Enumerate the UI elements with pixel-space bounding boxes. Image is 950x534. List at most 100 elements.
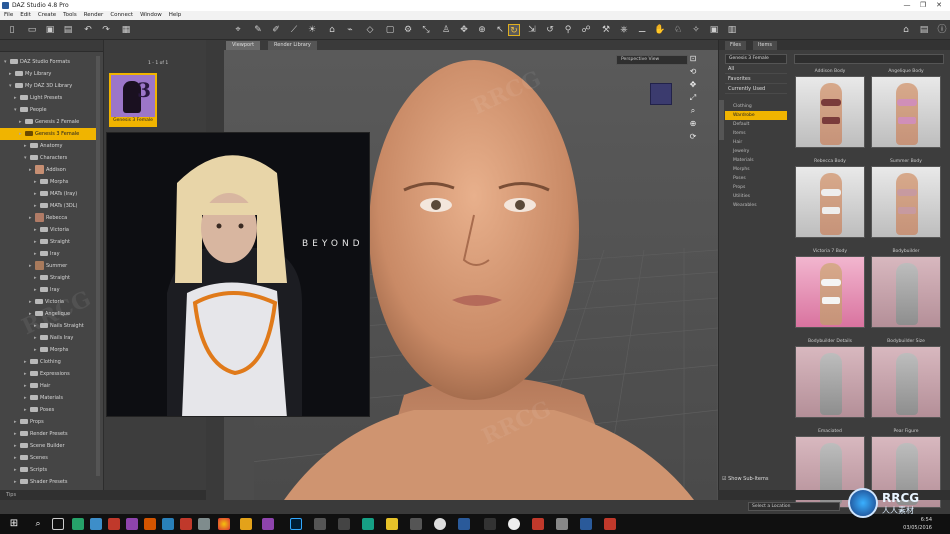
- library-tree-item[interactable]: ▾ My DAZ 3D Library: [0, 80, 100, 92]
- app-icon-19[interactable]: [556, 518, 568, 530]
- library-tree-item[interactable]: ▾ Characters: [0, 152, 100, 164]
- category-tree-item[interactable]: Hair: [725, 138, 787, 147]
- library-tree-item[interactable]: ▸ Iray: [0, 248, 100, 260]
- library-tree-item[interactable]: ▸ Scene Builder: [0, 440, 100, 452]
- product-card[interactable]: Addison Body: [795, 68, 865, 148]
- wrench-icon[interactable]: ⚒: [600, 24, 612, 36]
- genesis-3-female-thumbnail[interactable]: 3 Genesis 3 Female: [109, 73, 157, 127]
- joint-rotate-icon[interactable]: ↺: [544, 24, 556, 36]
- task-view-icon[interactable]: [52, 518, 64, 530]
- pointer-icon[interactable]: ↖: [494, 24, 506, 36]
- app-icon-14[interactable]: [410, 518, 422, 530]
- close-button[interactable]: ✕: [932, 0, 946, 11]
- filter-currently-used[interactable]: Currently Used: [725, 84, 787, 94]
- scale-tool-icon[interactable]: ⇲: [526, 24, 538, 36]
- aim-icon[interactable]: ⊕: [687, 119, 699, 132]
- render-icon[interactable]: ▣: [708, 24, 720, 36]
- library-tree-item[interactable]: ▸ MATs (Iray): [0, 188, 100, 200]
- tab-render-library[interactable]: Render Library: [268, 41, 317, 50]
- render-settings-icon[interactable]: ▦: [120, 24, 132, 36]
- content-library-scrollbar[interactable]: [96, 56, 100, 476]
- library-tree-item[interactable]: ▸ Morphs: [0, 344, 100, 356]
- save-icon[interactable]: ▤: [62, 24, 74, 36]
- library-tree-item[interactable]: ▸ My Library: [0, 68, 100, 80]
- hand-icon[interactable]: ✋: [654, 24, 666, 36]
- power-pose-icon[interactable]: ☍: [580, 24, 592, 36]
- figure-filter-dropdown[interactable]: Genesis 3 Female: [725, 54, 787, 64]
- library-tree-item[interactable]: ▸ Anatomy: [0, 140, 100, 152]
- menu-window[interactable]: Window: [140, 11, 162, 20]
- app-icon-10[interactable]: [314, 518, 326, 530]
- scale-icon[interactable]: ⤡: [420, 24, 432, 36]
- app-icon-16[interactable]: [458, 518, 470, 530]
- geometry-editor-icon[interactable]: ✐: [270, 24, 282, 36]
- figure-setup-icon[interactable]: ♘: [672, 24, 684, 36]
- menu-tools[interactable]: Tools: [63, 11, 77, 20]
- new-scene-icon[interactable]: ▯: [6, 24, 18, 36]
- category-tree-item[interactable]: Wardrobe: [725, 111, 787, 120]
- library-tree-item[interactable]: ▸ Iray: [0, 284, 100, 296]
- translate-icon[interactable]: ✥: [458, 24, 470, 36]
- product-card[interactable]: Rebecca Body: [795, 158, 865, 238]
- app-icon-9[interactable]: [262, 518, 274, 530]
- minimize-button[interactable]: —: [900, 0, 914, 11]
- menu-connect[interactable]: Connect: [110, 11, 133, 20]
- library-tree-item[interactable]: ▸ Render Presets: [0, 428, 100, 440]
- photoshop-icon[interactable]: [290, 518, 302, 530]
- reset-icon[interactable]: ⟳: [687, 132, 699, 145]
- category-tree-item[interactable]: Morphs: [725, 165, 787, 174]
- library-tree-item[interactable]: ▸ MATs (3DL): [0, 200, 100, 212]
- product-card[interactable]: Bodybuilder Details: [795, 338, 865, 418]
- library-tree-item[interactable]: ▾ DAZ Studio Formats: [0, 56, 100, 68]
- menu-edit[interactable]: Edit: [20, 11, 31, 20]
- library-tree-item[interactable]: ▸ Light Presets: [0, 92, 100, 104]
- library-tree-item[interactable]: ▸ Angelique: [0, 308, 100, 320]
- spot-render-icon[interactable]: ▢: [384, 24, 396, 36]
- layout-icon[interactable]: ▤: [918, 24, 930, 36]
- surface-tool-icon[interactable]: ✎: [252, 24, 264, 36]
- zbrush-icon[interactable]: [484, 518, 496, 530]
- frame-icon[interactable]: ⊡: [687, 54, 699, 67]
- system-clock[interactable]: 6:54 03/05/2016: [903, 516, 932, 532]
- app-icon-11[interactable]: [338, 518, 350, 530]
- app-icon-7[interactable]: [180, 518, 192, 530]
- category-tree-item[interactable]: Utilities: [725, 192, 787, 201]
- active-pose-icon[interactable]: ⚲: [562, 24, 574, 36]
- menu-create[interactable]: Create: [38, 11, 56, 20]
- camera-tool-icon[interactable]: ⌂: [326, 24, 338, 36]
- rotate-tool-icon[interactable]: ↻: [508, 24, 520, 36]
- orbit-icon[interactable]: ⟲: [687, 67, 699, 80]
- app-icon-12[interactable]: [362, 518, 374, 530]
- light-tool-icon[interactable]: ☀: [306, 24, 318, 36]
- app-icon-6[interactable]: [162, 518, 174, 530]
- library-tree-item[interactable]: ▸ Straight: [0, 236, 100, 248]
- library-tree-item[interactable]: ▸ Nails Straight: [0, 320, 100, 332]
- maximize-button[interactable]: ❐: [916, 0, 930, 11]
- node-selection-icon[interactable]: ⌖: [232, 24, 244, 36]
- zoom-icon[interactable]: ⌕: [687, 106, 699, 119]
- tab-items[interactable]: Items: [753, 41, 777, 50]
- product-card[interactable]: Bodybuilder Size: [871, 338, 941, 418]
- smart-content-side-tab[interactable]: [719, 100, 724, 140]
- library-tree-item[interactable]: ▸ Props: [0, 416, 100, 428]
- library-tree-item[interactable]: ▸ Shader Presets: [0, 476, 100, 488]
- search-icon[interactable]: ⌕: [32, 518, 44, 530]
- app-icon-17[interactable]: [508, 518, 520, 530]
- category-tree-item[interactable]: Wearables: [725, 201, 787, 210]
- library-tree-item[interactable]: ▾ People: [0, 104, 100, 116]
- figure-icon[interactable]: ♙: [440, 24, 452, 36]
- library-tree-item[interactable]: ▸ Straight: [0, 272, 100, 284]
- region-navigator-icon[interactable]: ◇: [364, 24, 376, 36]
- library-tree-item[interactable]: ▸ Materials: [0, 392, 100, 404]
- category-tree-item[interactable]: Clothing: [725, 102, 787, 111]
- category-tree-item[interactable]: Jewelry: [725, 147, 787, 156]
- app-icon-20[interactable]: [604, 518, 616, 530]
- library-tree-item[interactable]: ▸ Poses: [0, 404, 100, 416]
- category-tree-item[interactable]: Materials: [725, 156, 787, 165]
- library-tree-item[interactable]: ▸ Clothing: [0, 356, 100, 368]
- camera-dropdown[interactable]: Perspective View: [616, 55, 688, 65]
- filter-all[interactable]: All: [725, 64, 787, 74]
- fine-tuning-icon[interactable]: ⚙: [402, 24, 414, 36]
- tab-viewport[interactable]: Viewport: [226, 41, 261, 50]
- dolly-icon[interactable]: ⤢: [687, 93, 699, 106]
